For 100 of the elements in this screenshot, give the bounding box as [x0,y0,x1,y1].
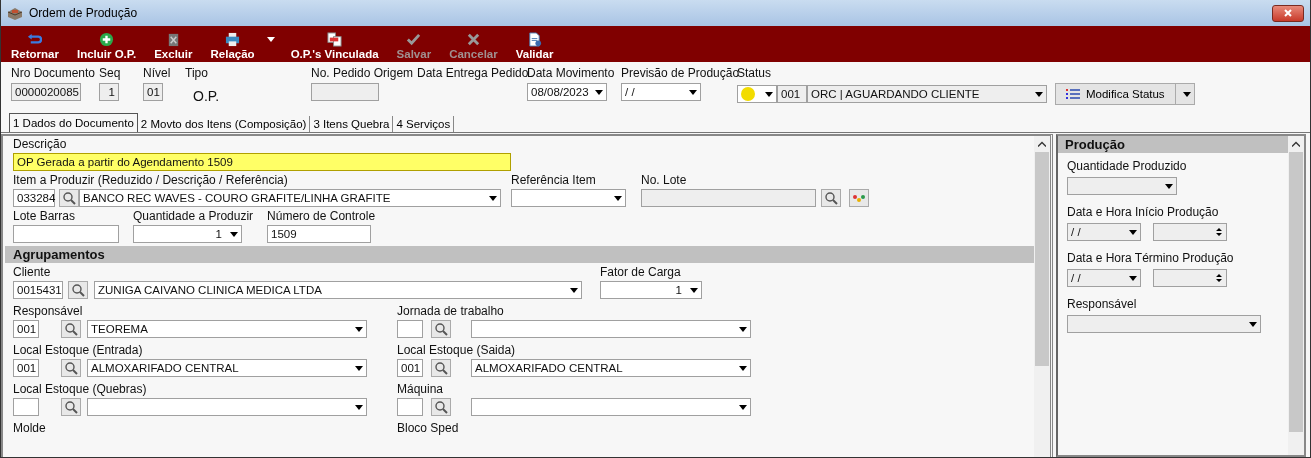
field-label: Local Estoque (Quebras) [13,382,148,396]
field-label: Data e Hora Término Produção [1067,251,1235,265]
dropdown[interactable] [87,398,367,416]
dropdown[interactable]: TEOREMA [87,320,367,338]
caret-icon [570,287,578,293]
documents-icon [327,32,343,47]
time-spinner[interactable] [1153,269,1227,287]
search-button[interactable] [821,189,841,207]
spin-icon [1215,226,1223,238]
close-icon [1283,8,1293,18]
quantity-dropdown[interactable]: 1 [133,225,242,243]
search-button[interactable] [61,398,81,416]
field-label: Responsável [1067,297,1138,311]
numbering-button[interactable] [849,189,869,207]
seq-field: 1 [99,83,119,101]
code-field[interactable] [397,320,423,338]
dropdown-button[interactable] [1174,83,1195,105]
code-field[interactable]: 001 [13,320,39,338]
reference-dropdown[interactable] [511,189,626,207]
plus-icon [99,32,115,47]
dropdown[interactable]: ALMOXARIFADO CENTRAL [471,359,751,377]
quantity-dropdown[interactable] [1067,177,1177,195]
dropdown[interactable] [471,320,751,338]
tab[interactable]: 2 Movto dos Itens (Composição) [137,116,311,132]
toolbar-button[interactable]: Retornar [7,32,63,60]
item-code-field[interactable]: 033284 [13,189,55,207]
search-button[interactable] [61,359,81,377]
tab[interactable]: 4 Serviços [393,116,455,132]
code-field[interactable] [397,398,423,416]
caret-icon [355,404,363,410]
field-label: No. Lote [641,173,688,187]
list-icon [1066,89,1080,99]
status-dropdown[interactable]: ORC | AGUARDANDO CLIENTE [807,85,1047,103]
field-label: Local Estoque (Saida) [397,343,517,357]
field-label: Responsável [13,304,84,318]
caret-icon [1249,321,1257,327]
section-header: Agrupamentos [5,246,1034,263]
search-button[interactable] [431,398,451,416]
caret-icon [614,195,622,201]
field-label: Descrição [13,137,68,151]
status-light-dropdown[interactable] [737,85,777,103]
code-field[interactable]: 001 [397,359,423,377]
caret-icon [689,89,697,95]
scrollbar[interactable] [1034,136,1050,457]
scrollbar[interactable] [1288,136,1304,455]
date-dropdown[interactable]: / / [621,83,701,101]
field-label: Seq [99,66,122,80]
toolbar-button[interactable]: Validar [511,32,558,60]
caret-icon [739,404,747,410]
responsible-dropdown[interactable] [1067,315,1261,333]
search-button[interactable] [431,320,451,338]
search-button[interactable] [59,189,79,207]
caret-icon [1165,183,1173,189]
field-label: Tipo [185,66,209,80]
toolbar-button[interactable]: O.P.'s Vinculada [286,32,383,60]
field-label: Nro Documento [11,66,97,80]
section-header: Produção [1058,136,1288,153]
field-label: Fator de Carga [600,265,682,279]
code-field[interactable]: 001 [13,359,39,377]
toolbar-button[interactable]: Excluir [150,32,197,60]
caret-icon [765,91,773,97]
lot-barcode-field[interactable] [13,225,119,243]
field-label: Data e Hora Início Produção [1067,205,1220,219]
field-label: Cliente [13,265,52,279]
client-code-field[interactable]: 0015431 [13,281,63,299]
toolbar-button[interactable]: Relação [206,32,277,60]
field-label: Molde [13,421,47,435]
modify-status-button[interactable]: Modifica Status [1055,83,1176,105]
date-dropdown[interactable]: 08/08/2023 [527,83,607,101]
caret-icon [1129,229,1137,235]
document-number-field: 0000020085 [11,83,81,101]
date-dropdown[interactable]: / / [1067,223,1141,241]
item-dropdown[interactable]: BANCO REC WAVES - COURO GRAFITE/LINHA GRAFITE [79,189,501,207]
field-label: Referência Item [511,173,597,187]
code-field[interactable] [13,398,39,416]
caret-icon [1129,275,1137,281]
caret-icon [739,326,747,332]
dropdown[interactable] [471,398,751,416]
search-button[interactable] [431,359,451,377]
tab[interactable]: 1 Dados do Documento [9,113,138,132]
load-factor-dropdown[interactable]: 1 [600,281,702,299]
app-icon [7,5,23,21]
caret-icon [489,195,497,201]
time-spinner[interactable] [1153,223,1227,241]
close-button[interactable] [1272,4,1304,22]
field-label: Jornada de trabalho [397,304,505,318]
date-dropdown[interactable]: / / [1067,269,1141,287]
window-title: Ordem de Produção [29,6,138,20]
toolbar-button[interactable]: Incluir O.P. [72,32,141,60]
search-button[interactable] [68,281,88,299]
field-label: No. Pedido Origem [311,66,415,80]
description-field[interactable]: OP Gerada a partir do Agendamento 1509 [13,153,511,171]
field-label: Máquina [397,382,445,396]
caret-icon [230,231,238,237]
tab[interactable]: 3 Itens Quebra [310,116,394,132]
control-number-field[interactable]: 1509 [267,225,372,243]
dropdown[interactable]: ALMOXARIFADO CENTRAL [87,359,367,377]
search-button[interactable] [61,320,81,338]
printer-icon [225,32,241,47]
client-dropdown[interactable]: ZUNIGA CAIVANO CLINICA MEDICA LTDA [94,281,582,299]
